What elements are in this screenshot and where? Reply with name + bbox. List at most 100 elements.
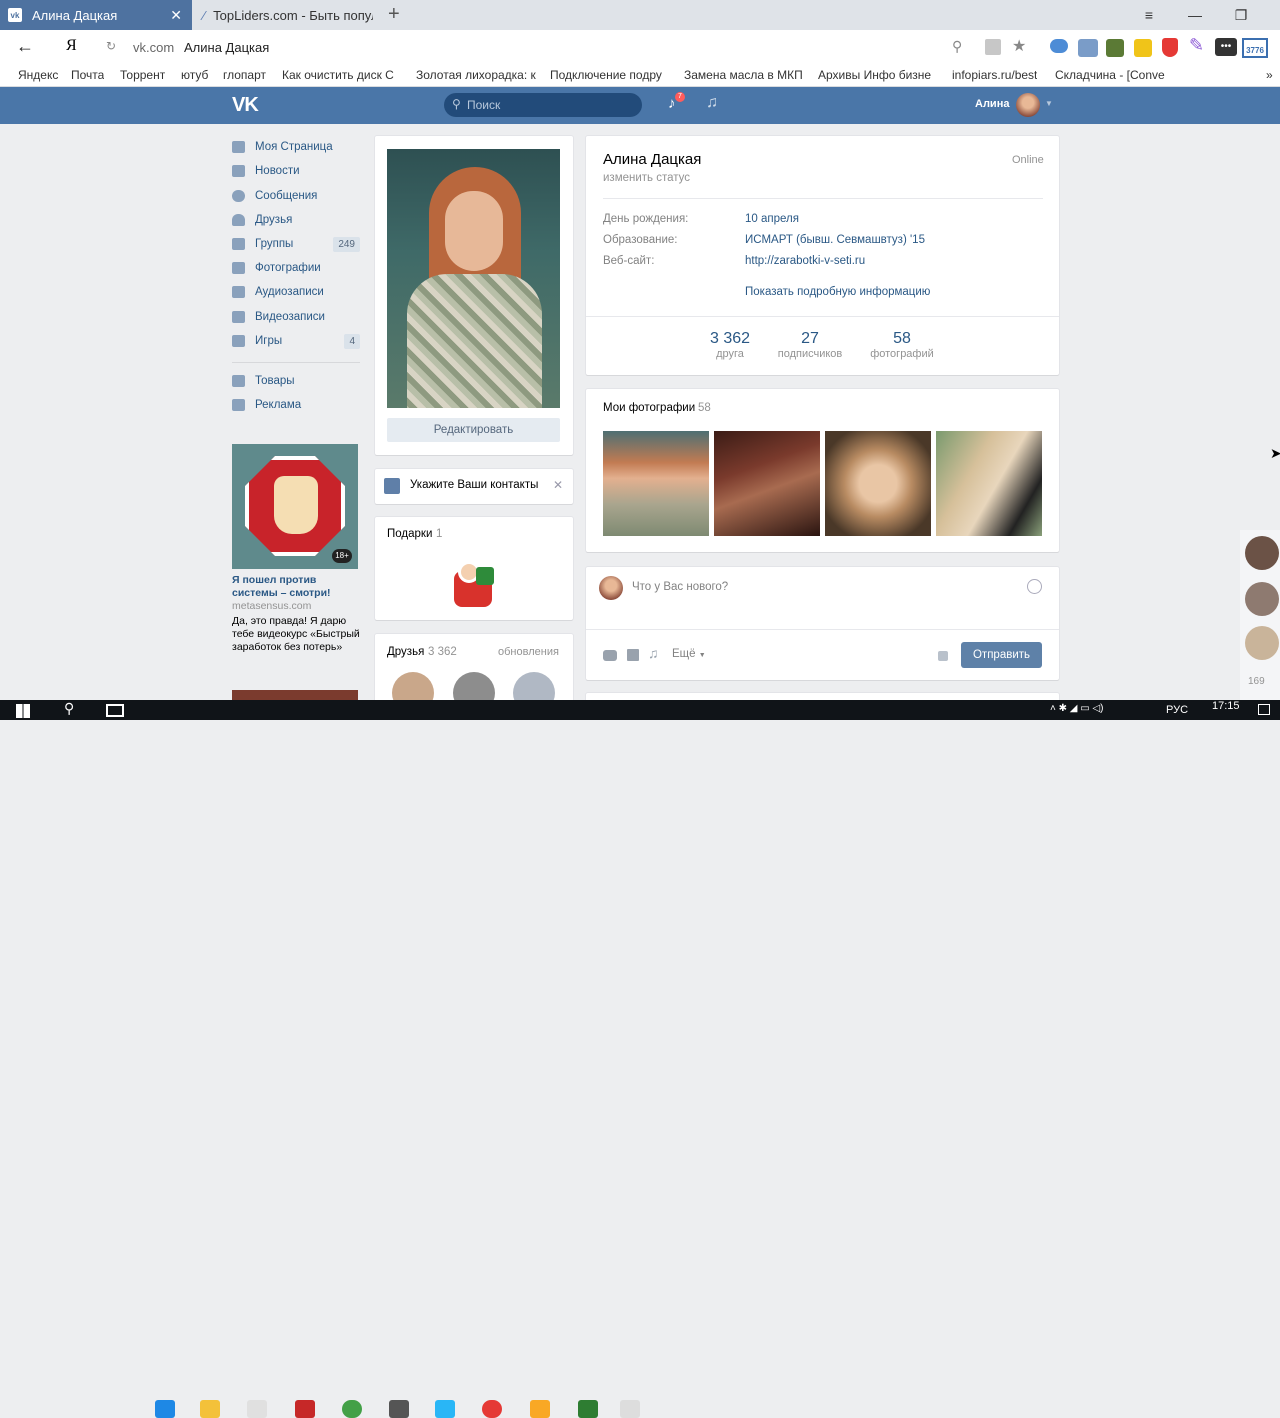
chat-avatar[interactable] xyxy=(1245,536,1279,570)
camera-icon[interactable] xyxy=(603,650,617,661)
photo-thumb[interactable] xyxy=(714,431,820,536)
camera-app-icon[interactable] xyxy=(389,1400,409,1418)
photo-thumb[interactable] xyxy=(603,431,709,536)
feather-icon[interactable]: ✎ xyxy=(1189,35,1204,56)
back-arrow-icon[interactable]: ← xyxy=(16,36,34,57)
restore-button[interactable]: ❐ xyxy=(1218,0,1264,30)
chat-avatar[interactable] xyxy=(1245,582,1279,616)
extension-icon[interactable] xyxy=(1050,39,1068,53)
avatar[interactable] xyxy=(1016,93,1040,117)
close-icon[interactable]: ✕ xyxy=(553,478,563,492)
bookmark-item[interactable]: Как очистить диск С xyxy=(282,68,396,82)
change-status-link[interactable]: изменить статус xyxy=(603,172,690,184)
minimize-button[interactable]: — xyxy=(1172,0,1218,30)
post-input[interactable]: Что у Вас нового? xyxy=(632,579,1012,597)
info-value[interactable]: 10 апреля xyxy=(745,213,799,225)
friends-title[interactable]: Друзья xyxy=(387,646,424,658)
task-view-icon[interactable] xyxy=(106,704,124,717)
nav-item-groups[interactable]: Группы 249 xyxy=(232,234,360,254)
nav-item-news[interactable]: Новости xyxy=(232,161,360,181)
chat-extension-icon[interactable]: ••• xyxy=(1215,38,1237,56)
bookmark-item[interactable]: Почта xyxy=(71,68,104,82)
chevron-down-icon[interactable]: ▼ xyxy=(1045,99,1053,108)
app-icon[interactable] xyxy=(530,1400,550,1418)
tab-inactive[interactable]: ⁄ TopLiders.com - Быть попул xyxy=(193,0,381,30)
user-name[interactable]: Алина xyxy=(975,98,1009,110)
url-domain[interactable]: vk.com xyxy=(133,40,174,55)
video-icon[interactable] xyxy=(627,649,639,661)
smile-icon[interactable] xyxy=(1027,579,1042,594)
gifts-title[interactable]: Подарки xyxy=(387,528,432,540)
folder-icon[interactable] xyxy=(200,1400,220,1418)
chat-avatar[interactable] xyxy=(1245,626,1279,660)
search-page-icon[interactable]: ⚲ xyxy=(952,38,962,55)
yandex-icon[interactable] xyxy=(482,1400,502,1418)
bookmark-item[interactable]: Подключение подру xyxy=(550,68,668,82)
app-icon[interactable] xyxy=(578,1400,598,1418)
search-input[interactable]: ⚲ Поиск xyxy=(444,93,642,117)
photo-thumb[interactable] xyxy=(825,431,931,536)
store-icon[interactable] xyxy=(247,1400,267,1418)
nav-item-video[interactable]: Видеозаписи xyxy=(232,307,360,327)
extension-icon[interactable] xyxy=(1134,39,1152,57)
bookmarks-overflow-icon[interactable]: » xyxy=(1266,68,1273,82)
submit-post-button[interactable]: Отправить xyxy=(961,642,1042,668)
new-tab-button[interactable]: + xyxy=(388,3,400,26)
counter-photos[interactable]: 58 фотографий xyxy=(862,330,942,360)
gift-santa-image[interactable] xyxy=(448,557,496,607)
extension-icon[interactable] xyxy=(1078,39,1098,57)
clock[interactable]: 17:15 xyxy=(1212,700,1240,712)
nav-item-audio[interactable]: Аудиозаписи xyxy=(232,282,360,302)
reload-icon[interactable]: ↻ xyxy=(106,39,116,53)
bookmark-item[interactable]: ютуб xyxy=(181,68,208,82)
yandex-logo[interactable]: Я xyxy=(66,37,77,55)
nav-item-photos[interactable]: Фотографии xyxy=(232,258,360,278)
chrome-icon[interactable] xyxy=(342,1400,362,1418)
info-value[interactable]: http://zarabotki-v-seti.ru xyxy=(745,255,865,267)
star-icon[interactable]: ★ xyxy=(1012,36,1026,56)
nav-item-goods[interactable]: Товары xyxy=(232,371,360,391)
nav-item-games[interactable]: Игры 4 xyxy=(232,331,360,351)
url-page-title[interactable]: Алина Дацкая xyxy=(184,40,269,55)
bookmark-item[interactable]: Торрент xyxy=(120,68,165,82)
chat-count[interactable]: 169 xyxy=(1248,676,1265,687)
app-icon[interactable] xyxy=(620,1400,640,1418)
ad-image[interactable]: 18+ xyxy=(232,444,358,569)
windows-start-icon[interactable] xyxy=(16,704,30,718)
nav-item-friends[interactable]: Друзья xyxy=(232,210,360,230)
ad-title[interactable]: Я пошел против системы – смотри! xyxy=(232,574,360,600)
counter-followers[interactable]: 27 подписчиков xyxy=(770,330,850,360)
shield-icon[interactable] xyxy=(1162,38,1178,57)
language-indicator[interactable]: РУС xyxy=(1166,704,1188,716)
nav-item-messages[interactable]: Сообщения xyxy=(232,186,360,206)
profile-photo[interactable] xyxy=(387,149,560,408)
extension-icon[interactable] xyxy=(1106,39,1124,57)
ie-icon[interactable] xyxy=(435,1400,455,1418)
nav-item-my-page[interactable]: Моя Страница xyxy=(232,137,360,157)
more-attach-button[interactable]: Ещё ▼ xyxy=(672,648,706,660)
bookmark-item[interactable]: Яндекс xyxy=(18,68,58,82)
search-icon[interactable]: ⚲ xyxy=(64,700,74,717)
info-value[interactable]: ИСМАРТ (бывш. Севмашвтуз) '15 xyxy=(745,234,925,246)
vk-logo[interactable]: VK xyxy=(232,94,259,117)
show-details-link[interactable]: Показать подробную информацию xyxy=(745,286,930,298)
counter-friends[interactable]: 3 362 друга xyxy=(690,330,770,360)
photos-title[interactable]: Мои фотографии xyxy=(603,402,695,414)
menu-icon[interactable]: ≡ xyxy=(1126,0,1172,30)
bookmark-item[interactable]: Золотая лихорадка: к xyxy=(416,68,536,82)
extension-icon[interactable]: 3776 xyxy=(1242,38,1268,58)
bookmark-item[interactable]: Архивы Инфо бизне xyxy=(818,68,936,82)
music-icon[interactable]: ♫ xyxy=(706,94,718,112)
notifications-icon[interactable] xyxy=(1258,704,1270,715)
nav-item-ads[interactable]: Реклама xyxy=(232,395,360,415)
music-icon[interactable]: ♫ xyxy=(648,645,659,661)
tab-active[interactable]: vk Алина Дацкая ✕ xyxy=(0,0,192,30)
contacts-hint-link[interactable]: Укажите Ваши контакты xyxy=(410,479,538,491)
close-tab-icon[interactable]: ✕ xyxy=(170,7,182,24)
bookmark-item[interactable]: глопарт xyxy=(223,68,266,82)
friends-updates-link[interactable]: обновления xyxy=(498,646,559,658)
bookmark-item[interactable]: Замена масла в МКП xyxy=(684,68,804,82)
photo-thumb[interactable] xyxy=(936,431,1042,536)
power-icon[interactable] xyxy=(295,1400,315,1418)
bookmark-item[interactable]: Складчина - [Conve xyxy=(1055,68,1177,82)
